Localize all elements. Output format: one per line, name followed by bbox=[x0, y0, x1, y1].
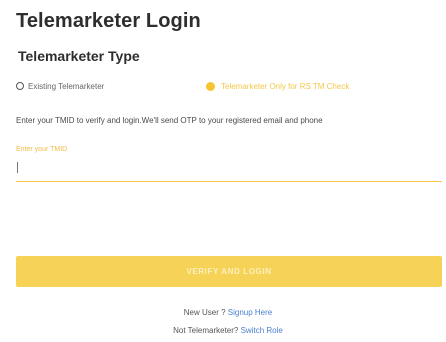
tmid-field-label: Enter your TMID bbox=[16, 146, 68, 153]
tmid-input[interactable] bbox=[16, 158, 442, 182]
verify-and-login-button[interactable]: VERIFY AND LOGIN bbox=[16, 256, 442, 287]
radio-existing-telemarketer[interactable]: Existing Telemarketer bbox=[16, 79, 104, 93]
switch-role-line: Not Telemarketer? Switch Role bbox=[5, 326, 446, 335]
signup-link[interactable]: Signup Here bbox=[228, 308, 272, 317]
signup-line: New User ? Signup Here bbox=[5, 308, 446, 317]
radio-unchecked-icon[interactable] bbox=[16, 82, 24, 90]
switch-role-link[interactable]: Switch Role bbox=[241, 326, 283, 335]
tmid-field: Enter your TMID bbox=[16, 146, 442, 186]
new-user-text: New User ? bbox=[183, 308, 226, 317]
instruction-text: Enter your TMID to verify and login.We'l… bbox=[16, 116, 323, 125]
telemarketer-type-heading: Telemarketer Type bbox=[18, 48, 140, 64]
radio-checked-icon[interactable] bbox=[206, 81, 215, 91]
radio-label-telemarketer-only: Telemarketer Only for RS TM Check bbox=[221, 81, 350, 91]
text-caret bbox=[17, 162, 18, 173]
radio-label-existing: Existing Telemarketer bbox=[28, 81, 105, 91]
not-telemarketer-text: Not Telemarketer? bbox=[173, 326, 239, 335]
telemarketer-login-page: Telemarketer Login Telemarketer Type Exi… bbox=[0, 0, 446, 342]
radio-telemarketer-only[interactable]: Telemarketer Only for RS TM Check bbox=[206, 79, 349, 93]
page-title: Telemarketer Login bbox=[16, 10, 201, 32]
